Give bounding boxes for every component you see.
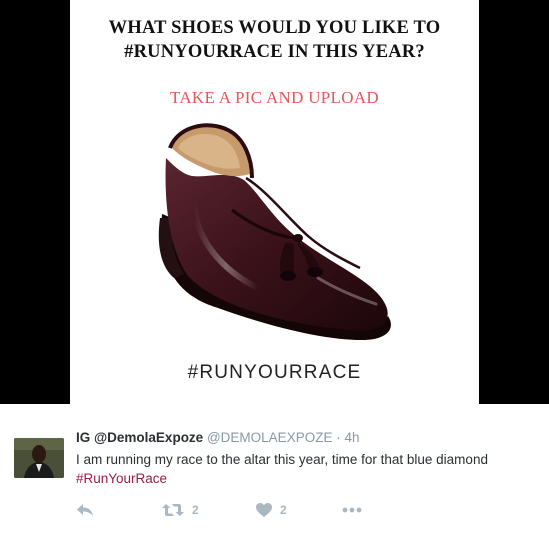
user-handle[interactable]: @DEMOLAEXPOZE xyxy=(207,430,332,445)
tweet-text: I am running my race to the altar this y… xyxy=(76,450,516,488)
more-icon xyxy=(342,507,362,513)
separator-dot: · xyxy=(336,430,341,445)
poster-image: WHAT SHOES WOULD YOU LIKE TO #RUNYOURRAC… xyxy=(70,0,479,404)
retweet-count: 2 xyxy=(192,503,199,517)
tweet-hashtag-link[interactable]: #RunYourRace xyxy=(76,471,167,486)
tweet: IG @DemolaExpoze @DEMOLAEXPOZE · 4h I am… xyxy=(0,404,549,539)
display-name[interactable]: IG @DemolaExpoze xyxy=(76,430,203,445)
tweet-header: IG @DemolaExpoze @DEMOLAEXPOZE · 4h xyxy=(76,430,360,446)
more-button[interactable] xyxy=(342,500,362,520)
poster-headline: WHAT SHOES WOULD YOU LIKE TO #RUNYOURRAC… xyxy=(70,16,479,64)
avatar[interactable] xyxy=(14,438,64,478)
like-count: 2 xyxy=(280,503,287,517)
avatar-photo-icon xyxy=(14,438,64,478)
poster-cta: TAKE A PIC AND UPLOAD xyxy=(170,88,379,107)
poster-headline-line2: #RUNYOURRACE IN THIS YEAR? xyxy=(124,42,425,62)
tweet-text-body: I am running my race to the altar this y… xyxy=(76,452,488,467)
reply-button[interactable] xyxy=(76,500,94,520)
tweet-actions: 2 2 xyxy=(76,500,376,520)
poster-hashtag: #RUNYOURRACE xyxy=(187,362,362,383)
tweet-media[interactable]: WHAT SHOES WOULD YOU LIKE TO #RUNYOURRAC… xyxy=(0,0,549,404)
poster-headline-line1: WHAT SHOES WOULD YOU LIKE TO xyxy=(108,18,441,38)
tweet-timestamp[interactable]: 4h xyxy=(344,430,359,445)
reply-icon xyxy=(77,504,93,516)
retweet-icon xyxy=(162,504,184,516)
like-button[interactable]: 2 xyxy=(256,500,287,520)
heart-icon xyxy=(256,503,272,517)
loafer-shoe-illustration xyxy=(158,123,391,340)
retweet-button[interactable]: 2 xyxy=(162,500,199,520)
